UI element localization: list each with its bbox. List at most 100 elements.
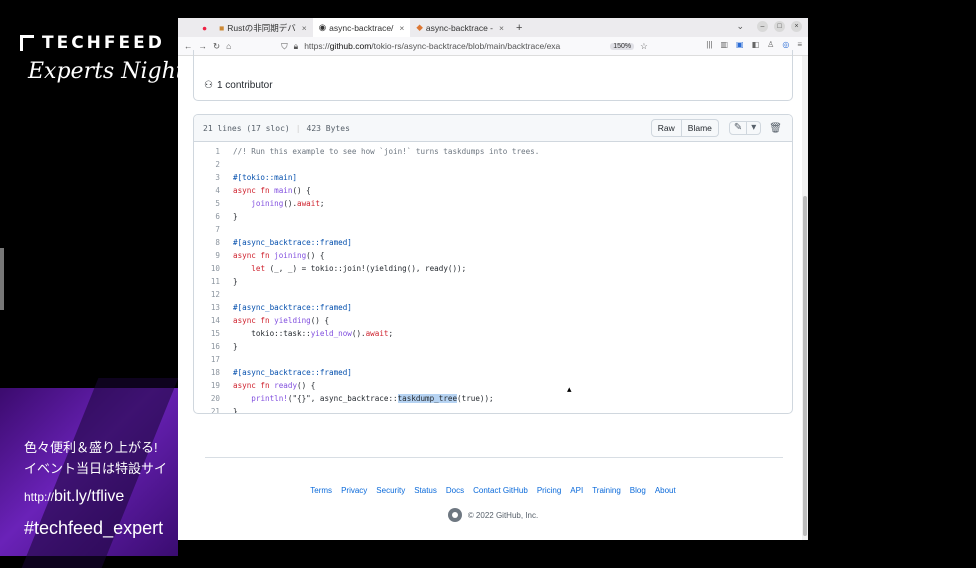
- tab-async-backtrace[interactable]: ◆ async-backtrace - ×: [410, 18, 510, 37]
- tab-rust-async[interactable]: ■ Rustの非同期デバ ×: [213, 18, 313, 37]
- crate-favicon-icon: ◆: [416, 22, 423, 32]
- extension-icon[interactable]: ▣: [736, 40, 744, 49]
- line-number[interactable]: 17: [194, 355, 233, 364]
- line-number[interactable]: 10: [194, 264, 233, 273]
- window-controls: – □ ×: [757, 21, 802, 32]
- github-page: ⚇ 1 contributor 21 lines (17 sloc) | 423 …: [178, 50, 808, 540]
- line-number[interactable]: 16: [194, 342, 233, 351]
- pencil-icon[interactable]: ✎: [728, 121, 748, 135]
- line-number[interactable]: 14: [194, 316, 233, 325]
- toolbar-icons: ||| ▥ ▣ ◧ ♙ ◎ ≡: [706, 40, 802, 49]
- line-number[interactable]: 15: [194, 329, 233, 338]
- account-icon[interactable]: ♙: [767, 40, 774, 49]
- chevron-down-icon[interactable]: ▾: [747, 121, 762, 135]
- code-token: yield_now: [310, 329, 352, 338]
- page-scrollbar[interactable]: [802, 56, 808, 540]
- promo-line-1: 色々便利＆盛り上がる!: [24, 440, 158, 455]
- code-token: ;: [388, 329, 394, 338]
- close-window-icon[interactable]: ×: [791, 21, 802, 32]
- line-content: }: [233, 277, 238, 286]
- firefox-view-icon[interactable]: ●: [196, 18, 213, 37]
- footer-link[interactable]: API: [570, 486, 583, 495]
- line-number[interactable]: 19: [194, 381, 233, 390]
- library-icon[interactable]: |||: [706, 40, 712, 49]
- github-logo-icon[interactable]: [447, 508, 462, 522]
- sidebar-icon[interactable]: ▥: [720, 40, 728, 49]
- footer-link[interactable]: Status: [414, 486, 437, 495]
- footer-link[interactable]: Terms: [310, 486, 332, 495]
- line-number[interactable]: 2: [194, 160, 233, 169]
- promo-line-2: イベント当日は特設サイ: [24, 461, 168, 476]
- line-number[interactable]: 5: [194, 199, 233, 208]
- minimize-icon[interactable]: –: [757, 21, 768, 32]
- footer-link[interactable]: Docs: [446, 486, 464, 495]
- line-number[interactable]: 11: [194, 277, 233, 286]
- footer-link[interactable]: Security: [376, 486, 405, 495]
- line-number[interactable]: 6: [194, 212, 233, 221]
- line-content: tokio::task::yield_now().await;: [233, 329, 393, 338]
- trash-icon[interactable]: 🗑︎: [765, 123, 786, 134]
- code-token: println!: [251, 394, 288, 403]
- line-number[interactable]: 1: [194, 147, 233, 156]
- back-icon[interactable]: ←: [184, 41, 193, 51]
- line-number[interactable]: 9: [194, 251, 233, 260]
- footer-link[interactable]: Blog: [630, 486, 646, 495]
- browser-window: ● ■ Rustの非同期デバ × ◉ async-backtrace/× ◆ async…: [178, 18, 808, 540]
- zoom-indicator[interactable]: 150%: [610, 42, 635, 50]
- code-token: async fn: [233, 186, 275, 195]
- contributors-link[interactable]: ⚇ 1 contributor: [204, 80, 273, 91]
- code-token: async fn: [233, 381, 275, 390]
- code-line: 12: [194, 288, 792, 301]
- line-number[interactable]: 8: [194, 238, 233, 247]
- blame-button[interactable]: Blame: [681, 119, 719, 137]
- code-line: 10 let (_, _) = tokio::join!(yielding(),…: [194, 262, 792, 275]
- addon-icon[interactable]: ◧: [752, 40, 760, 49]
- footer-link[interactable]: Privacy: [341, 486, 367, 495]
- line-content: async fn main() {: [233, 186, 311, 195]
- line-number[interactable]: 4: [194, 186, 233, 195]
- footer-link[interactable]: Pricing: [537, 486, 561, 495]
- line-content: async fn ready() {: [233, 381, 315, 390]
- new-tab-button[interactable]: +: [516, 22, 522, 34]
- close-icon[interactable]: ×: [302, 23, 307, 33]
- code-line: 2: [194, 158, 792, 171]
- list-tabs-chevron-icon[interactable]: ⌄: [736, 21, 744, 32]
- code-line: 1//! Run this example to see how `join!`…: [194, 145, 792, 158]
- tab-async-backtrace-active[interactable]: ◉ async-backtrace/ ×: [312, 18, 411, 37]
- line-number[interactable]: 13: [194, 303, 233, 312]
- code-token: joining: [274, 251, 307, 260]
- code-token: (true));: [457, 394, 494, 403]
- code-token: #[async_backtrace::framed]: [233, 238, 352, 247]
- line-content: #[async_backtrace::framed]: [233, 368, 352, 377]
- code-token: #[async_backtrace::framed]: [233, 368, 352, 377]
- close-icon[interactable]: ×: [499, 23, 504, 33]
- raw-button[interactable]: Raw: [650, 119, 682, 137]
- line-number[interactable]: 7: [194, 225, 233, 234]
- line-number[interactable]: 20: [194, 394, 233, 403]
- code-token: await: [297, 199, 320, 208]
- footer-link[interactable]: About: [655, 486, 676, 495]
- line-number[interactable]: 21: [194, 407, 233, 413]
- copyright-text: © 2022 GitHub, Inc.: [467, 510, 539, 520]
- code-token: #[tokio::main]: [233, 173, 298, 182]
- code-token: (_, _) = tokio::join!(yielding(), ready(…: [265, 264, 467, 273]
- line-number[interactable]: 12: [194, 290, 233, 299]
- footer-link[interactable]: Contact GitHub: [473, 486, 528, 495]
- line-content: #[async_backtrace::framed]: [233, 238, 352, 247]
- code-token: tokio::task::: [233, 329, 311, 338]
- line-number[interactable]: 3: [194, 173, 233, 182]
- scrollbar-thumb[interactable]: [803, 196, 807, 536]
- maximize-icon[interactable]: □: [774, 21, 785, 32]
- close-icon[interactable]: ×: [399, 23, 404, 33]
- line-content: //! Run this example to see how `join!` …: [233, 147, 539, 156]
- code-line: 4 async fn main() {: [194, 184, 792, 197]
- line-content: #[async_backtrace::framed]: [233, 303, 352, 312]
- sync-icon[interactable]: ◎: [782, 40, 789, 49]
- footer-link[interactable]: Training: [592, 486, 621, 495]
- line-number[interactable]: 18: [194, 368, 233, 377]
- tab-label: Rustの非同期デバ: [227, 22, 296, 33]
- code-token: ready: [274, 381, 298, 390]
- menu-icon[interactable]: ≡: [797, 40, 802, 49]
- line-content: }: [233, 407, 238, 413]
